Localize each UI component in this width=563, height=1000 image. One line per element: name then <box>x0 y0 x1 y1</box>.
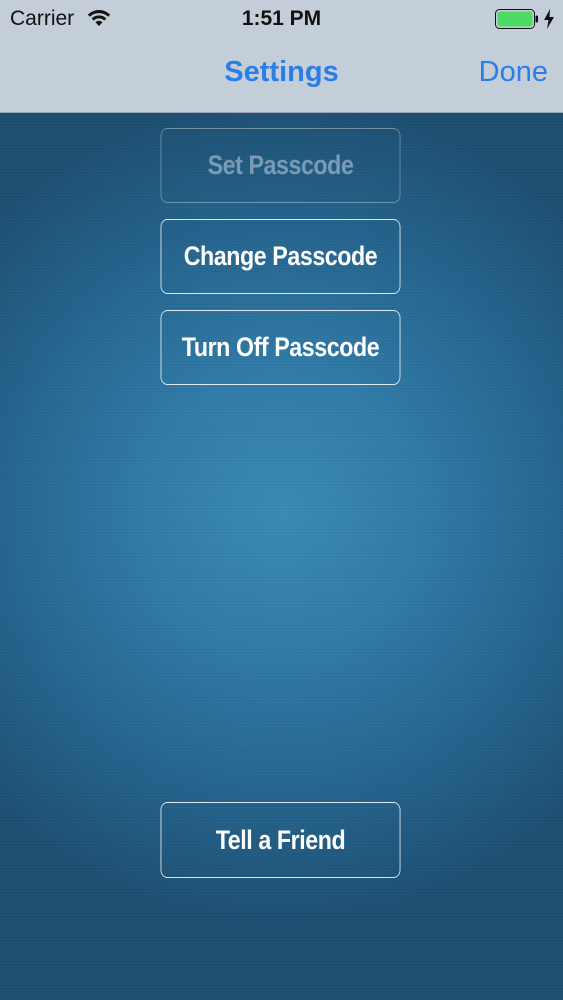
settings-screen: Carrier 1:51 PM Settings Done Set Passco… <box>0 0 563 1000</box>
tell-a-friend-button[interactable]: Tell a Friend <box>160 802 401 878</box>
done-button[interactable]: Done <box>479 56 548 89</box>
content-area: Set Passcode Change Passcode Turn Off Pa… <box>0 113 563 1000</box>
change-passcode-button[interactable]: Change Passcode <box>160 219 401 294</box>
charging-bolt-icon <box>544 9 554 29</box>
status-bar: Carrier 1:51 PM <box>0 0 563 40</box>
status-time: 1:51 PM <box>241 7 322 30</box>
set-passcode-button[interactable]: Set Passcode <box>160 128 401 203</box>
top-bar: Carrier 1:51 PM Settings Done <box>0 0 563 113</box>
turn-off-passcode-button[interactable]: Turn Off Passcode <box>160 310 401 385</box>
battery-icon <box>495 9 538 29</box>
